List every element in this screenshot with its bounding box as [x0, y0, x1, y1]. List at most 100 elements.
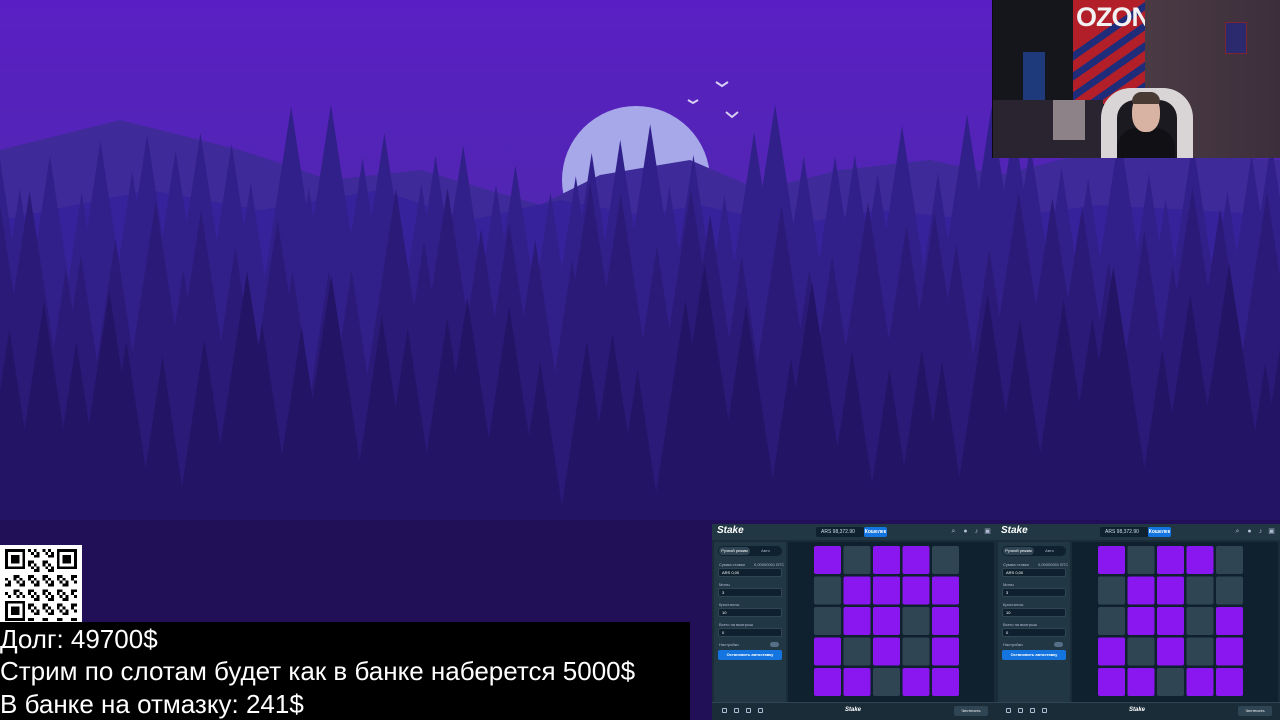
settings-icon[interactable]	[722, 708, 727, 713]
hidden-tile[interactable]	[1127, 546, 1155, 574]
stop-autobet-button[interactable]: Остановить автоставку	[1002, 650, 1066, 660]
gem-tile[interactable]	[1186, 546, 1214, 574]
wallet-button[interactable]: Кошелек	[1148, 527, 1171, 537]
qr-module	[51, 597, 54, 601]
gem-tile[interactable]	[932, 607, 959, 635]
gem-tile[interactable]	[1216, 607, 1243, 635]
hidden-tile[interactable]	[1216, 576, 1243, 605]
gem-tile[interactable]	[873, 576, 900, 605]
gem-tile[interactable]	[1157, 576, 1184, 605]
gem-tile[interactable]	[902, 576, 930, 605]
hidden-tile[interactable]	[843, 546, 871, 574]
gem-tile[interactable]	[1127, 668, 1155, 696]
gem-tile[interactable]	[843, 668, 871, 696]
mines-select[interactable]: 3	[718, 588, 782, 597]
gem-tile[interactable]	[843, 576, 871, 605]
qr-module	[16, 618, 20, 621]
fairness-button[interactable]: Честность	[954, 706, 988, 716]
gem-tile[interactable]	[1098, 546, 1125, 574]
gem-tile[interactable]	[814, 546, 841, 574]
balance-display[interactable]: ARS 98,372.90	[1100, 527, 1148, 537]
stop-autobet-button[interactable]: Остановить автоставку	[718, 650, 782, 660]
search-icon[interactable]: ⌕	[1234, 528, 1241, 535]
qr-module	[22, 560, 26, 564]
gems-input[interactable]: 10	[1002, 608, 1066, 617]
gem-tile[interactable]	[1098, 668, 1125, 696]
gem-tile[interactable]	[1157, 546, 1184, 574]
gem-tile[interactable]	[843, 607, 871, 635]
gem-tile[interactable]	[873, 607, 900, 635]
bet-amount-input[interactable]: ARS 0,00	[718, 568, 782, 577]
hidden-tile[interactable]	[1127, 637, 1155, 666]
hidden-tile[interactable]	[902, 637, 930, 666]
bell-icon[interactable]: ♪	[973, 528, 980, 535]
stats-icon[interactable]	[1030, 708, 1035, 713]
mines-select[interactable]: 3	[1002, 588, 1066, 597]
search-icon[interactable]: ⌕	[950, 528, 957, 535]
hidden-tile[interactable]	[1186, 607, 1214, 635]
gem-tile[interactable]	[1127, 607, 1155, 635]
gem-tile[interactable]	[902, 546, 930, 574]
qr-module	[56, 618, 60, 621]
gem-tile[interactable]	[932, 637, 959, 666]
hidden-tile[interactable]	[1186, 576, 1214, 605]
qr-module	[19, 618, 23, 621]
qr-module	[71, 606, 75, 610]
hidden-tile[interactable]	[814, 607, 841, 635]
gem-tile[interactable]	[902, 668, 930, 696]
settings-toggle[interactable]	[770, 642, 779, 647]
chart-icon[interactable]	[1042, 708, 1047, 713]
stake-logo[interactable]: Stake	[1001, 525, 1028, 536]
gem-tile[interactable]	[873, 546, 900, 574]
gem-tile[interactable]	[1157, 637, 1184, 666]
hidden-tile[interactable]	[1186, 637, 1214, 666]
hidden-tile[interactable]	[843, 637, 871, 666]
settings-toggle[interactable]	[1054, 642, 1063, 647]
gem-tile[interactable]	[1127, 576, 1155, 605]
chat-icon[interactable]: ▣	[1268, 528, 1275, 535]
gem-tile[interactable]	[932, 576, 959, 605]
gem-tile[interactable]	[1157, 607, 1184, 635]
gem-tile[interactable]	[814, 637, 841, 666]
user-icon[interactable]: ●	[1246, 528, 1253, 535]
stake-logo[interactable]: Stake	[717, 525, 744, 536]
hidden-tile[interactable]	[932, 546, 959, 574]
hidden-tile[interactable]	[1157, 668, 1184, 696]
gem-tile[interactable]	[1098, 637, 1125, 666]
hidden-tile[interactable]	[1098, 607, 1125, 635]
gem-tile[interactable]	[873, 637, 900, 666]
fairness-button[interactable]: Честность	[1238, 706, 1272, 716]
gem-tile[interactable]	[814, 668, 841, 696]
settings-icon[interactable]	[1006, 708, 1011, 713]
gem-tile[interactable]	[1216, 668, 1243, 696]
chart-icon[interactable]	[758, 708, 763, 713]
hidden-tile[interactable]	[902, 607, 930, 635]
tab-auto[interactable]: Авто	[1034, 547, 1065, 555]
theatre-icon[interactable]	[1018, 708, 1023, 713]
hidden-tile[interactable]	[814, 576, 841, 605]
qr-module	[13, 574, 17, 578]
gem-tile[interactable]	[1186, 668, 1214, 696]
qr-module	[42, 549, 46, 552]
hidden-tile[interactable]	[873, 668, 900, 696]
tab-auto[interactable]: Авто	[750, 547, 781, 555]
user-icon[interactable]: ●	[962, 528, 969, 535]
gem-tile[interactable]	[932, 668, 959, 696]
stats-icon[interactable]	[746, 708, 751, 713]
hidden-tile[interactable]	[1216, 546, 1243, 574]
qr-module	[71, 603, 75, 607]
balance-display[interactable]: ARS 98,372.90	[816, 527, 864, 537]
theatre-icon[interactable]	[734, 708, 739, 713]
tab-manual[interactable]: Ручной режим	[719, 547, 750, 555]
gem-tile[interactable]	[1216, 637, 1243, 666]
tab-manual[interactable]: Ручной режим	[1003, 547, 1034, 555]
gems-input[interactable]: 10	[718, 608, 782, 617]
qr-module	[36, 554, 40, 558]
bell-icon[interactable]: ♪	[1257, 528, 1264, 535]
qr-module	[71, 618, 75, 621]
hidden-tile[interactable]	[1098, 576, 1125, 605]
wallet-button[interactable]: Кошелек	[864, 527, 887, 537]
qr-module	[65, 554, 69, 558]
chat-icon[interactable]: ▣	[984, 528, 991, 535]
bet-amount-input[interactable]: ARS 0,00	[1002, 568, 1066, 577]
